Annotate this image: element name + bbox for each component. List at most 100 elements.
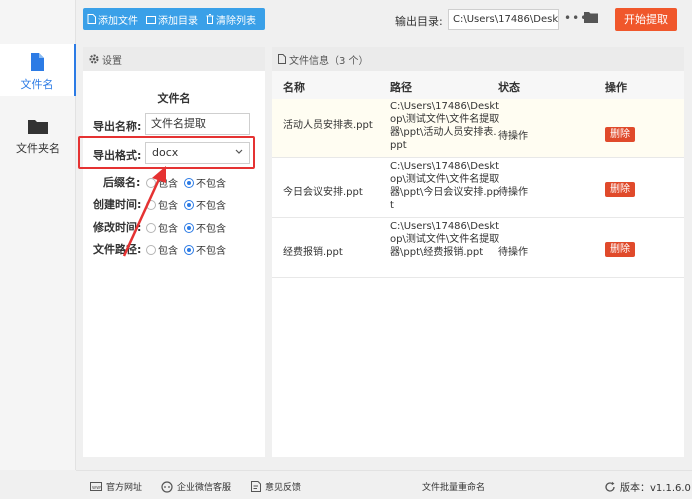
table-row[interactable]: 今日会议安排.ppt C:\Users\17486\Desktop\测试文件\文… bbox=[272, 159, 684, 218]
radio-label: 包含 bbox=[158, 201, 178, 212]
column-action: 操作 bbox=[605, 81, 627, 94]
table-row[interactable]: 经费报销.ppt C:\Users\17486\Desktop\测试文件\文件名… bbox=[272, 219, 684, 278]
wechat-service-link[interactable]: 企业微信客服 bbox=[161, 480, 231, 493]
output-dir-label: 输出目录: bbox=[395, 15, 443, 28]
radio-icon bbox=[146, 244, 156, 255]
suffix-label: 后缀名: bbox=[103, 176, 141, 189]
file-name: 经费报销.ppt bbox=[283, 247, 343, 258]
file-path: C:\Users\17486\Desktop\测试文件\文件名提取器\ppt\活… bbox=[390, 101, 500, 151]
delete-button[interactable]: 删除 bbox=[605, 127, 635, 142]
file-name: 活动人员安排表.ppt bbox=[283, 120, 373, 131]
output-dir-input[interactable]: C:\Users\17486\Deskto bbox=[448, 9, 559, 30]
section-title: 文件名 bbox=[157, 92, 191, 105]
folder-plus-icon bbox=[146, 15, 156, 24]
settings-header-label: 设置 bbox=[102, 55, 122, 67]
file-list-header: 文件信息（3 个） bbox=[272, 47, 684, 71]
radio-checked-icon bbox=[184, 244, 194, 255]
table-header: 名称 路径 状态 操作 bbox=[272, 71, 684, 99]
radio-icon bbox=[146, 222, 156, 233]
modify-time-radio-group: 包含 不包含 bbox=[146, 220, 232, 235]
suffix-radio-group: 包含 不包含 bbox=[146, 175, 232, 190]
file-status: 待操作 bbox=[498, 187, 528, 198]
radio-label: 不包含 bbox=[196, 201, 226, 212]
delete-button[interactable]: 删除 bbox=[605, 182, 635, 197]
version-info[interactable]: 版本：v1.1.6.0 bbox=[604, 479, 691, 494]
radio-label: 包含 bbox=[158, 224, 178, 235]
file-list-header-label: 文件信息（3 个） bbox=[289, 55, 369, 67]
radio-label: 包含 bbox=[158, 246, 178, 257]
file-path: C:\Users\17486\Desktop\测试文件\文件名提取器\ppt\今… bbox=[390, 161, 500, 211]
export-format-value: docx bbox=[152, 146, 179, 159]
file-path: C:\Users\17486\Desktop\测试文件\文件名提取器\ppt\经… bbox=[390, 221, 500, 258]
radio-label: 不包含 bbox=[196, 246, 226, 257]
toolbar: 添加文件 添加目录 清除列表 bbox=[83, 8, 265, 30]
radio-label: 包含 bbox=[158, 179, 178, 190]
create-time-label: 创建时间: bbox=[93, 198, 142, 211]
feedback-link[interactable]: 意见反馈 bbox=[251, 480, 301, 493]
suffix-include-radio[interactable]: 包含 bbox=[146, 175, 178, 190]
column-status: 状态 bbox=[498, 81, 520, 94]
version-label: 版本：v1.1.6.0 bbox=[620, 483, 691, 494]
modify-time-include-radio[interactable]: 包含 bbox=[146, 220, 178, 235]
chat-icon bbox=[161, 480, 173, 493]
file-status: 待操作 bbox=[498, 247, 528, 258]
radio-checked-icon bbox=[184, 222, 194, 233]
export-name-input[interactable]: 文件名提取 bbox=[145, 113, 250, 135]
create-time-include-radio[interactable]: 包含 bbox=[146, 197, 178, 212]
nav-item-filename[interactable]: 文件名 bbox=[0, 44, 76, 96]
export-format-label: 导出格式: bbox=[93, 149, 142, 162]
create-time-radio-group: 包含 不包含 bbox=[146, 197, 232, 212]
feedback-icon bbox=[251, 481, 261, 492]
nav-item-foldername[interactable]: 文件夹名 bbox=[0, 108, 76, 160]
gear-icon bbox=[89, 54, 99, 64]
settings-header: 设置 bbox=[83, 47, 265, 71]
add-file-label: 添加文件 bbox=[98, 15, 138, 27]
clear-list-label: 清除列表 bbox=[216, 15, 256, 27]
file-icon bbox=[31, 53, 44, 71]
website-icon: www bbox=[90, 482, 102, 491]
radio-checked-icon bbox=[184, 177, 194, 188]
file-path-exclude-radio[interactable]: 不包含 bbox=[184, 242, 226, 257]
app-name-label: 文件批量重命名 bbox=[422, 483, 486, 493]
export-format-select[interactable]: docx bbox=[145, 142, 250, 164]
file-plus-icon bbox=[87, 14, 96, 24]
modify-time-exclude-radio[interactable]: 不包含 bbox=[184, 220, 226, 235]
add-directory-label: 添加目录 bbox=[158, 15, 198, 27]
settings-panel: 设置 文件名 导出名称: 文件名提取 导出格式: docx 后缀名: 包含 不包… bbox=[78, 47, 265, 457]
radio-icon bbox=[146, 177, 156, 188]
nav-item-label: 文件夹名 bbox=[16, 142, 60, 155]
file-path-label: 文件路径: bbox=[93, 243, 142, 256]
nav-item-label: 文件名 bbox=[20, 78, 54, 91]
radio-label: 不包含 bbox=[196, 224, 226, 235]
status-bar: www 官方网址 企业微信客服 意见反馈 文件批量重命名 版本：v1.1.6.0 bbox=[76, 470, 692, 499]
chevron-down-icon bbox=[235, 149, 243, 154]
column-path: 路径 bbox=[390, 81, 412, 94]
modify-time-label: 修改时间: bbox=[93, 221, 142, 234]
delete-button[interactable]: 删除 bbox=[605, 242, 635, 257]
add-file-button[interactable]: 添加文件 bbox=[83, 12, 142, 27]
feedback-label: 意见反馈 bbox=[265, 483, 302, 493]
file-name: 今日会议安排.ppt bbox=[283, 187, 363, 198]
app-window: 文件名 文件夹名 添加文件 添加目录 清除列表 输出目录: C:\Users\1… bbox=[0, 0, 692, 499]
left-nav: 文件名 文件夹名 bbox=[0, 0, 76, 470]
clear-list-button[interactable]: 清除列表 bbox=[202, 12, 260, 27]
export-name-label: 导出名称: bbox=[93, 120, 142, 133]
create-time-exclude-radio[interactable]: 不包含 bbox=[184, 197, 226, 212]
table-row[interactable]: 活动人员安排表.ppt C:\Users\17486\Desktop\测试文件\… bbox=[272, 99, 684, 158]
file-status: 待操作 bbox=[498, 131, 528, 142]
website-label: 官方网址 bbox=[106, 483, 143, 493]
file-path-include-radio[interactable]: 包含 bbox=[146, 242, 178, 257]
radio-checked-icon bbox=[184, 199, 194, 210]
wechat-label: 企业微信客服 bbox=[177, 483, 232, 493]
file-path-radio-group: 包含 不包含 bbox=[146, 242, 232, 257]
start-extract-button[interactable]: 开始提取 bbox=[615, 8, 677, 31]
file-icon bbox=[278, 54, 286, 64]
add-directory-button[interactable]: 添加目录 bbox=[142, 12, 202, 27]
svg-text:www: www bbox=[92, 485, 102, 491]
column-name: 名称 bbox=[283, 81, 305, 94]
file-list-panel: 文件信息（3 个） 名称 路径 状态 操作 活动人员安排表.ppt C:\Use… bbox=[272, 47, 684, 457]
website-link[interactable]: www 官方网址 bbox=[90, 480, 142, 493]
radio-icon bbox=[146, 199, 156, 210]
browse-folder-icon[interactable] bbox=[584, 11, 598, 23]
suffix-exclude-radio[interactable]: 不包含 bbox=[184, 175, 226, 190]
